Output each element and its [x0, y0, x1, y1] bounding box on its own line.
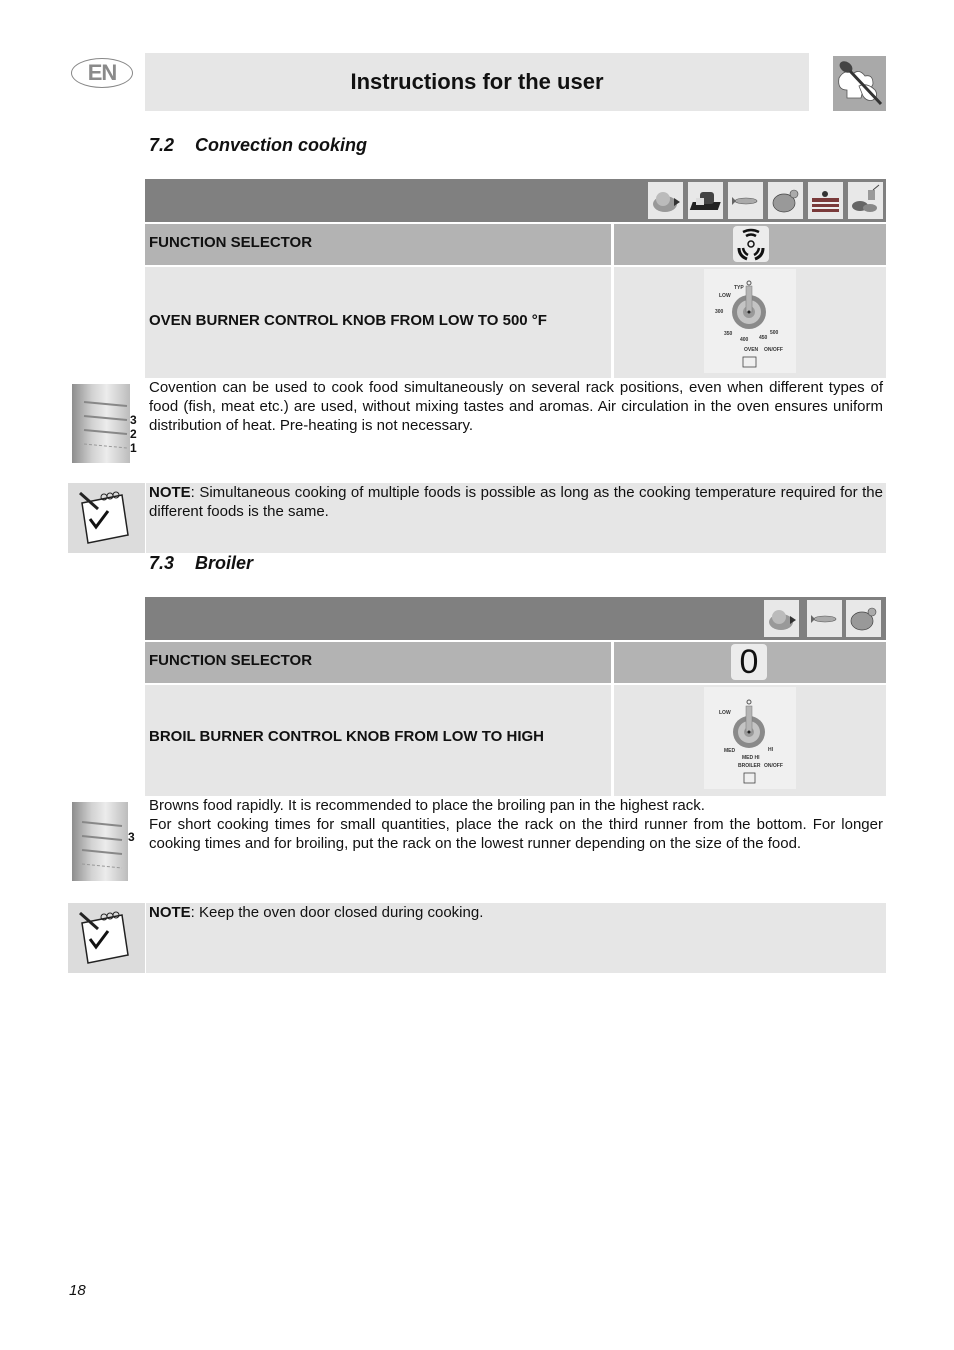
knob-label-low: LOW	[719, 293, 731, 299]
knob-label-med: MED	[724, 748, 736, 754]
chef-spoon-icon	[833, 56, 886, 111]
rack-marker-3: 3	[130, 413, 137, 427]
section-title-broiler: 7.3 Broiler	[149, 553, 253, 574]
function-selector-label-cell: FUNCTION SELECTOR	[145, 224, 611, 265]
knob-label-hi: HI	[768, 747, 773, 753]
control-knob-image-cell: LOW MED MED HI HI BROILER ON/OFF	[614, 685, 886, 796]
knob-label-400: 400	[740, 337, 749, 343]
page-title: Instructions for the user	[350, 69, 604, 94]
page-number: 18	[69, 1282, 86, 1299]
note-icon-box	[68, 483, 145, 553]
control-knob-label-cell: OVEN BURNER CONTROL KNOB FROM LOW TO 500…	[145, 267, 611, 378]
language-badge: EN	[71, 58, 133, 88]
knob-label-medhi: MED HI	[742, 755, 760, 761]
roast-meat-icon	[648, 182, 683, 219]
note-body: : Keep the oven door closed during cooki…	[190, 904, 484, 921]
fish-icon	[728, 182, 763, 219]
section-heading: Broiler	[195, 553, 254, 573]
notepad-check-icon	[79, 491, 129, 544]
section-number: 7.2	[149, 135, 175, 155]
section-heading: Convection cooking	[195, 135, 368, 155]
knob-label-450: 450	[759, 335, 768, 341]
note-text: NOTE: Simultaneous cooking of multiple f…	[149, 483, 883, 521]
broiler-knob-diagram: LOW MED MED HI HI BROILER ON/OFF	[704, 687, 796, 789]
vegetables-icon	[848, 182, 883, 219]
note-text: NOTE: Keep the oven door closed during c…	[149, 903, 883, 922]
bread-icon	[688, 182, 723, 219]
note-body: : Simultaneous cooking of multiple foods…	[149, 484, 883, 520]
roast-meat-icon	[764, 600, 799, 637]
broiler-description-2: For short cooking times for small quanti…	[149, 816, 883, 852]
function-selector-icon-cell: 0	[614, 642, 886, 683]
control-knob-image-cell: TYP LOW 300 350 400 450 500 OVEN ON/OFF	[614, 267, 886, 378]
function-selector-label-cell: FUNCTION SELECTOR	[145, 642, 611, 683]
knob-label-broiler: BROILER	[738, 763, 761, 769]
knob-label-onoff: ON/OFF	[764, 347, 783, 353]
note-box-convection: NOTE: Simultaneous cooking of multiple f…	[146, 483, 886, 553]
knob-label-typ: TYP	[734, 285, 744, 291]
knob-label-300: 300	[715, 309, 724, 315]
note-icon-box	[68, 903, 145, 973]
section-title-convection: 7.2 Convection cooking	[149, 135, 367, 156]
notepad-check-icon	[79, 911, 129, 964]
rack-marker-2: 2	[130, 427, 137, 441]
broil-burner-control-label: BROIL BURNER CONTROL KNOB FROM LOW TO HI…	[149, 728, 544, 745]
oven-burner-control-label: OVEN BURNER CONTROL KNOB FROM LOW TO 500…	[149, 312, 547, 329]
note-box-broiler: NOTE: Keep the oven door closed during c…	[146, 903, 886, 973]
poultry-icon	[768, 182, 803, 219]
food-icons-header	[145, 597, 886, 640]
poultry-icon	[846, 600, 881, 637]
section-number: 7.3	[149, 553, 175, 573]
oven-rack-position-image	[72, 802, 128, 881]
broiler-description-1: Browns food rapidly. It is recommended t…	[149, 797, 705, 814]
zero-position-icon: 0	[731, 643, 767, 681]
rack-marker-1: 1	[130, 441, 137, 455]
cake-icon	[808, 182, 843, 219]
rack-marker-3: 3	[128, 830, 135, 844]
knob-label-oven: OVEN	[744, 347, 759, 353]
fish-icon	[807, 600, 842, 637]
control-knob-label-cell: BROIL BURNER CONTROL KNOB FROM LOW TO HI…	[145, 685, 611, 796]
knob-label-onoff: ON/OFF	[764, 763, 783, 769]
header-bar: Instructions for the user	[145, 53, 809, 111]
oven-rack-positions-image	[72, 384, 130, 463]
rack-position-markers: 3 2 1	[130, 413, 137, 455]
knob-label-low: LOW	[719, 710, 731, 716]
knob-label-350: 350	[724, 331, 733, 337]
knob-label-500: 500	[770, 330, 779, 336]
note-label: NOTE	[149, 484, 191, 501]
convection-fan-icon	[733, 226, 769, 262]
oven-knob-diagram: TYP LOW 300 350 400 450 500 OVEN ON/OFF	[704, 269, 796, 373]
food-icons-header	[145, 179, 886, 222]
function-selector-label: FUNCTION SELECTOR	[149, 234, 313, 251]
note-label: NOTE	[149, 904, 191, 921]
function-selector-icon-cell	[614, 224, 886, 265]
convection-description: Covention can be used to cook food simul…	[149, 379, 883, 434]
function-selector-label: FUNCTION SELECTOR	[149, 652, 313, 669]
